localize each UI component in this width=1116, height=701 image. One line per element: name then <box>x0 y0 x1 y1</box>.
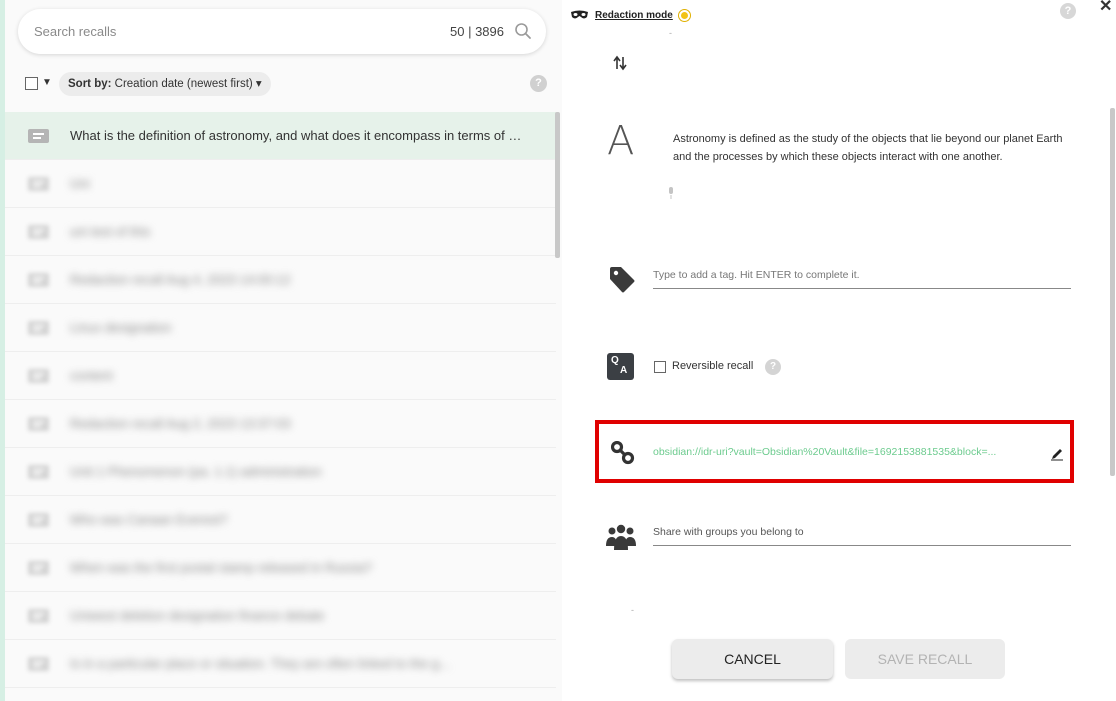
list-item-text: What is the definition of astronomy, and… <box>70 128 525 143</box>
list-item[interactable]: content <box>5 352 556 400</box>
recall-card-icon <box>28 321 49 335</box>
groups-icon <box>606 524 636 550</box>
separator-mark: - <box>631 605 634 615</box>
select-menu-caret-icon[interactable]: ▼ <box>42 77 52 88</box>
recall-card-icon <box>28 513 49 527</box>
share-groups-input[interactable]: Share with groups you belong to <box>653 526 1071 546</box>
list-item[interactable]: Who was Canaan Everest? <box>5 496 556 544</box>
list-item[interactable]: Is in a particular place or situation. T… <box>5 640 556 688</box>
recall-list-panel: Search recalls 50 | 3896 ▼ Sort by: Crea… <box>0 0 562 701</box>
list-item-text: Linux designation <box>70 320 172 335</box>
list-toolbar: ▼ Sort by: Creation date (newest first) … <box>25 72 547 96</box>
list-item[interactable]: When was the first postal stamp released… <box>5 544 556 592</box>
redaction-mode-toggle[interactable]: Redaction mode <box>570 7 690 23</box>
answer-text[interactable]: Astronomy is defined as the study of the… <box>673 130 1073 166</box>
answer-label: A <box>607 118 635 164</box>
list-item-text: Uniwest deletion designation finance deb… <box>70 608 325 623</box>
list-item-text: Uni <box>70 176 90 191</box>
mask-icon <box>571 10 588 19</box>
sort-caret-icon: ▾ <box>255 78 262 90</box>
recall-card-icon <box>28 177 49 191</box>
recall-editor-panel: Redaction mode ? ✕ - A Astronomy is defi… <box>562 0 1116 701</box>
source-link[interactable]: obsidian://idr-uri?vault=Obsidian%20Vaul… <box>653 446 1029 458</box>
recall-card-icon <box>28 465 49 479</box>
link-icon <box>611 441 635 465</box>
select-all-checkbox[interactable] <box>25 77 38 90</box>
list-item[interactable]: What is the definition of astronomy, and… <box>5 112 556 160</box>
list-item-text: When was the first postal stamp released… <box>70 560 373 575</box>
help-icon[interactable]: ? <box>530 75 547 92</box>
list-item-text: Redaction recall Aug 2, 2023 13:37:03 <box>70 416 291 431</box>
recall-card-icon <box>28 609 49 623</box>
list-item[interactable]: Uni <box>5 160 556 208</box>
recall-card-icon <box>28 657 49 671</box>
sort-value: Creation date (newest first) <box>114 78 253 90</box>
qa-icon: Q A <box>607 353 634 380</box>
list-item[interactable]: Redaction recall Aug 4, 2023 14:00:12 <box>5 256 556 304</box>
list-item[interactable]: Redaction recall Aug 2, 2023 13:37:03 <box>5 400 556 448</box>
editor-scrollbar[interactable] <box>1110 108 1115 476</box>
list-item[interactable]: Unit 1 Phenomenon (pa. 1.1) administrati… <box>5 448 556 496</box>
search-input[interactable]: Search recalls <box>34 24 116 39</box>
list-item-text: Is in a particular place or situation. T… <box>70 656 450 671</box>
list-item-text: Redaction recall Aug 4, 2023 14:00:12 <box>70 272 291 287</box>
list-item[interactable]: Uniwest deletion designation finance deb… <box>5 592 556 640</box>
search-bar[interactable]: Search recalls 50 | 3896 <box>18 9 546 54</box>
list-scrollbar[interactable] <box>555 112 560 258</box>
app-window: Search recalls 50 | 3896 ▼ Sort by: Crea… <box>0 0 1116 701</box>
redaction-mode-link[interactable]: Redaction mode <box>595 10 673 21</box>
source-link-field: obsidian://idr-uri?vault=Obsidian%20Vaul… <box>595 420 1074 483</box>
search-icon[interactable] <box>514 22 532 40</box>
recall-card-icon <box>28 417 49 431</box>
list-item[interactable]: Linux designation <box>5 304 556 352</box>
list-item-text: uni test of this <box>70 224 151 239</box>
recall-card-icon <box>28 129 49 143</box>
close-icon[interactable]: ✕ <box>1099 0 1112 16</box>
recall-card-icon <box>28 369 49 383</box>
sort-dropdown[interactable]: Sort by: Creation date (newest first) ▾ <box>59 72 271 96</box>
list-item-text: content <box>70 368 113 383</box>
recall-card-icon <box>28 273 49 287</box>
list-item-text: Who was Canaan Everest? <box>70 512 228 527</box>
save-recall-button[interactable]: SAVE RECALL <box>845 639 1005 679</box>
recall-list: What is the definition of astronomy, and… <box>5 112 556 701</box>
redaction-status-dot <box>678 9 690 21</box>
reversible-label: Reversible recall <box>672 360 754 372</box>
reversible-help-icon[interactable]: ? <box>765 359 781 375</box>
reversible-checkbox[interactable] <box>654 361 666 373</box>
separator-mark: - <box>669 28 672 38</box>
help-icon[interactable]: ? <box>1060 3 1076 19</box>
recall-card-icon <box>28 561 49 575</box>
tag-input[interactable]: Type to add a tag. Hit ENTER to complete… <box>653 269 1071 289</box>
result-count: 50 | 3896 <box>450 24 504 39</box>
cancel-button[interactable]: CANCEL <box>672 639 833 679</box>
sort-label: Sort by: <box>68 78 112 90</box>
list-item-text: Unit 1 Phenomenon (pa. 1.1) administrati… <box>70 464 322 479</box>
microphone-icon[interactable] <box>668 187 674 199</box>
recall-card-icon <box>28 225 49 239</box>
pencil-icon[interactable] <box>1050 447 1064 461</box>
swap-icon[interactable] <box>613 55 627 71</box>
list-item[interactable]: uni test of this <box>5 208 556 256</box>
tag-icon <box>610 267 635 293</box>
